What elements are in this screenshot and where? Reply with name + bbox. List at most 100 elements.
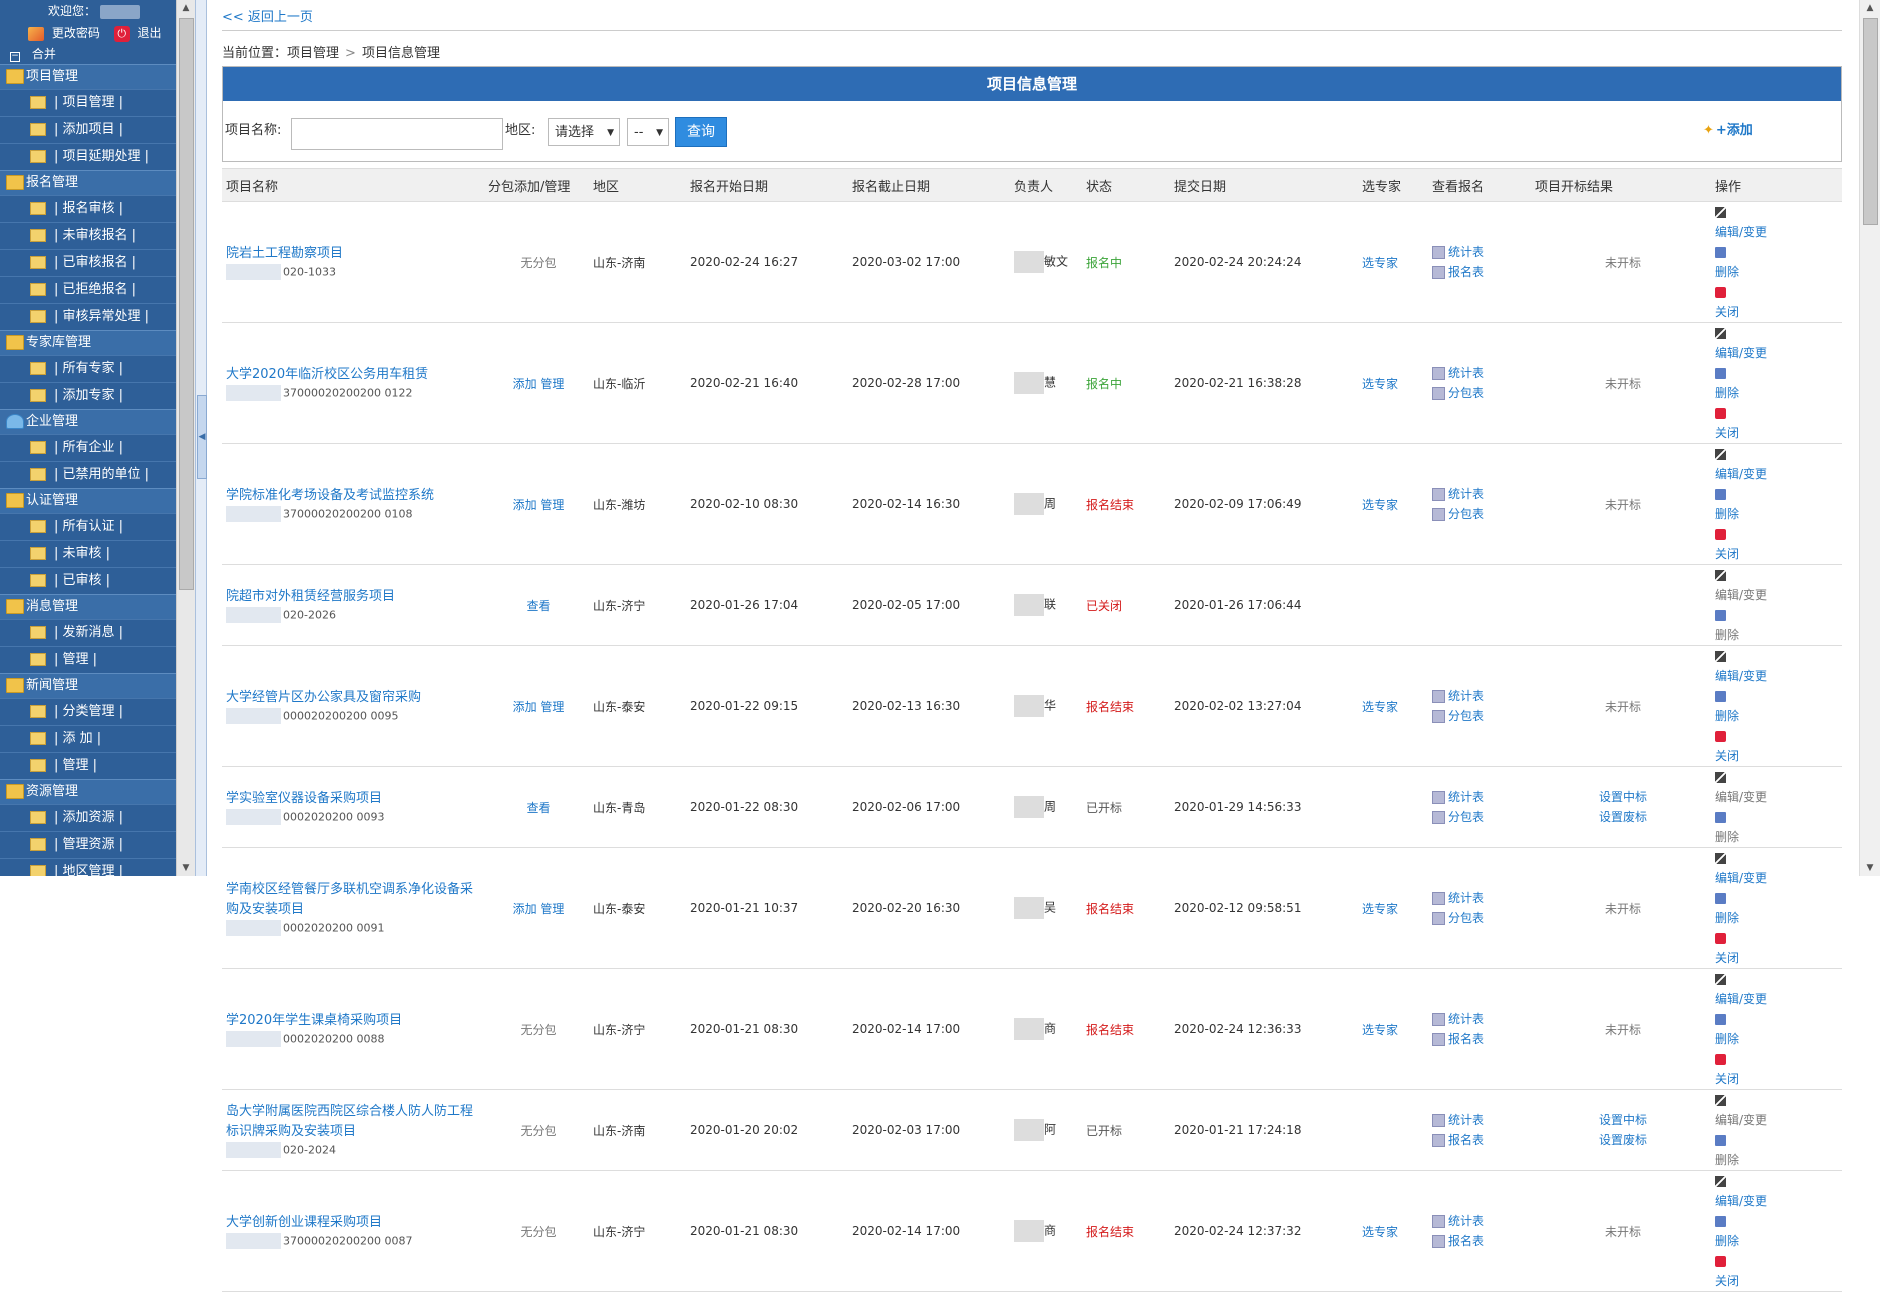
delete-link[interactable]: 删除 [1715,1211,1842,1251]
edit-link[interactable]: 编辑/变更 [1715,323,1842,363]
edit-link[interactable]: 编辑/变更 [1715,202,1842,242]
back-link[interactable]: << 返回上一页 [222,6,313,25]
close-label[interactable]: 关闭 [1715,1271,1842,1291]
sidebar-item-label[interactable]: | 管理资源 | [54,837,123,852]
stats-table-link[interactable]: 统计表 [1432,686,1531,706]
delete-label[interactable]: 删除 [1715,504,1842,524]
stats-table-link[interactable]: 统计表 [1432,242,1531,262]
close-link[interactable]: 关闭 [1715,1251,1842,1291]
set-winner-link[interactable]: 设置中标 [1535,1110,1711,1130]
delete-label[interactable]: 删除 [1715,1150,1842,1170]
query-button[interactable]: 查询 [675,117,727,147]
stats-table-label[interactable]: 统计表 [1448,1214,1484,1228]
close-link[interactable]: 关闭 [1715,282,1842,322]
sidebar-item-label[interactable]: | 管理 | [54,652,97,667]
sidebar-item-label[interactable]: | 添加专家 | [54,388,123,403]
close-link[interactable]: 关闭 [1715,1049,1842,1089]
form-table-link[interactable]: 报名表 [1432,1231,1531,1251]
sidebar-group-title[interactable]: 企业管理 [26,414,78,429]
sidebar-group-header[interactable]: 资源管理 [0,779,176,804]
minus-icon[interactable]: − [10,52,20,62]
sidebar-item[interactable]: | 添加资源 | [0,804,176,831]
sidebar-item-label[interactable]: | 报名审核 | [54,201,123,216]
sidebar-item-label[interactable]: | 分类管理 | [54,704,123,719]
close-label[interactable]: 关闭 [1715,746,1842,766]
package-link[interactable]: 添加 管理 [513,498,565,512]
edit-link[interactable]: 编辑/变更 [1715,565,1842,605]
delete-link[interactable]: 删除 [1715,686,1842,726]
sidebar-group-title[interactable]: 认证管理 [26,493,78,508]
edit-link[interactable]: 编辑/变更 [1715,1171,1842,1211]
collapse-arrow-icon[interactable]: ◀ [197,395,207,479]
scrollbar-thumb[interactable] [1863,18,1878,225]
sidebar-item[interactable]: | 项目延期处理 | [0,143,176,170]
close-link[interactable]: 关闭 [1715,928,1842,968]
form-table-label[interactable]: 分包表 [1448,911,1484,925]
sidebar-item[interactable]: | 审核异常处理 | [0,303,176,330]
sidebar-item-label[interactable]: | 所有专家 | [54,361,123,376]
sidebar-item-label[interactable]: | 已拒绝报名 | [54,282,136,297]
scroll-down-icon[interactable]: ▼ [177,860,195,876]
collapse-all-label[interactable]: 合并 [32,47,56,61]
select-expert-link[interactable]: 选专家 [1358,201,1428,323]
delete-link[interactable]: 删除 [1715,807,1842,847]
close-link[interactable]: 关闭 [1715,726,1842,766]
stats-table-link[interactable]: 统计表 [1432,787,1531,807]
close-label[interactable]: 关闭 [1715,423,1842,443]
delete-link[interactable]: 删除 [1715,1009,1842,1049]
delete-link[interactable]: 删除 [1715,363,1842,403]
stats-table-link[interactable]: 统计表 [1432,1211,1531,1231]
sidebar-item[interactable]: | 地区管理 | [0,858,176,876]
delete-label[interactable]: 删除 [1715,383,1842,403]
form-table-link[interactable]: 分包表 [1432,706,1531,726]
edit-label[interactable]: 编辑/变更 [1715,464,1842,484]
logout-link[interactable]: 退出 [138,26,162,40]
stats-table-label[interactable]: 统计表 [1448,1012,1484,1026]
sidebar-group-title[interactable]: 资源管理 [26,784,78,799]
sidebar-item-label[interactable]: | 所有认证 | [54,519,123,534]
region-select[interactable]: 请选择 ▼ [548,118,620,146]
sidebar-item-label[interactable]: | 发新消息 | [54,625,123,640]
project-name-link[interactable]: 院超市对外租赁经营服务项目 [226,587,484,607]
sidebar-item[interactable]: | 所有企业 | [0,434,176,461]
edit-label[interactable]: 编辑/变更 [1715,989,1842,1009]
form-table-label[interactable]: 报名表 [1448,1234,1484,1248]
scrollbar-thumb[interactable] [179,18,194,590]
sidebar-group-title[interactable]: 报名管理 [26,175,78,190]
edit-link[interactable]: 编辑/变更 [1715,646,1842,686]
edit-label[interactable]: 编辑/变更 [1715,585,1842,605]
sidebar-item[interactable]: | 添加项目 | [0,116,176,143]
form-table-link[interactable]: 分包表 [1432,504,1531,524]
power-icon[interactable]: ⏻ [113,25,130,42]
edit-label[interactable]: 编辑/变更 [1715,787,1842,807]
sidebar-item-label[interactable]: | 已审核 | [54,573,110,588]
edit-link[interactable]: 编辑/变更 [1715,444,1842,484]
stats-table-label[interactable]: 统计表 [1448,487,1484,501]
form-table-label[interactable]: 分包表 [1448,386,1484,400]
delete-label[interactable]: 删除 [1715,1029,1842,1049]
package-link[interactable]: 添加 管理 [513,377,565,391]
delete-label[interactable]: 删除 [1715,625,1842,645]
collapse-all[interactable]: − 合并 [0,44,176,64]
sidebar-group-header[interactable]: 新闻管理 [0,673,176,698]
stats-table-link[interactable]: 统计表 [1432,888,1531,908]
change-password-link[interactable]: 更改密码 [52,26,100,40]
sidebar-item[interactable]: | 已审核 | [0,567,176,594]
close-label[interactable]: 关闭 [1715,544,1842,564]
form-table-link[interactable]: 分包表 [1432,383,1531,403]
sidebar-item[interactable]: | 报名审核 | [0,195,176,222]
form-table-link[interactable]: 分包表 [1432,807,1531,827]
set-winner-link[interactable]: 设置中标 [1535,787,1711,807]
subregion-select[interactable]: -- ▼ [627,118,669,146]
package-link[interactable]: 查看 [526,801,550,815]
project-name-link[interactable]: 学南校区经管餐厅多联机空调系净化设备采购及安装项目 [226,880,484,920]
package-link[interactable]: 添加 管理 [513,700,565,714]
sidebar-item[interactable]: | 未审核 | [0,540,176,567]
main-scrollbar[interactable]: ▲ ▼ [1859,0,1880,876]
project-name-link[interactable]: 学院标准化考场设备及考试监控系统 [226,486,484,506]
breadcrumb-item[interactable]: 项目管理 [287,46,339,61]
sidebar-group-title[interactable]: 专家库管理 [26,335,91,350]
sidebar-group-header[interactable]: 项目管理 [0,64,176,89]
form-table-label[interactable]: 报名表 [1448,1032,1484,1046]
stats-table-label[interactable]: 统计表 [1448,366,1484,380]
